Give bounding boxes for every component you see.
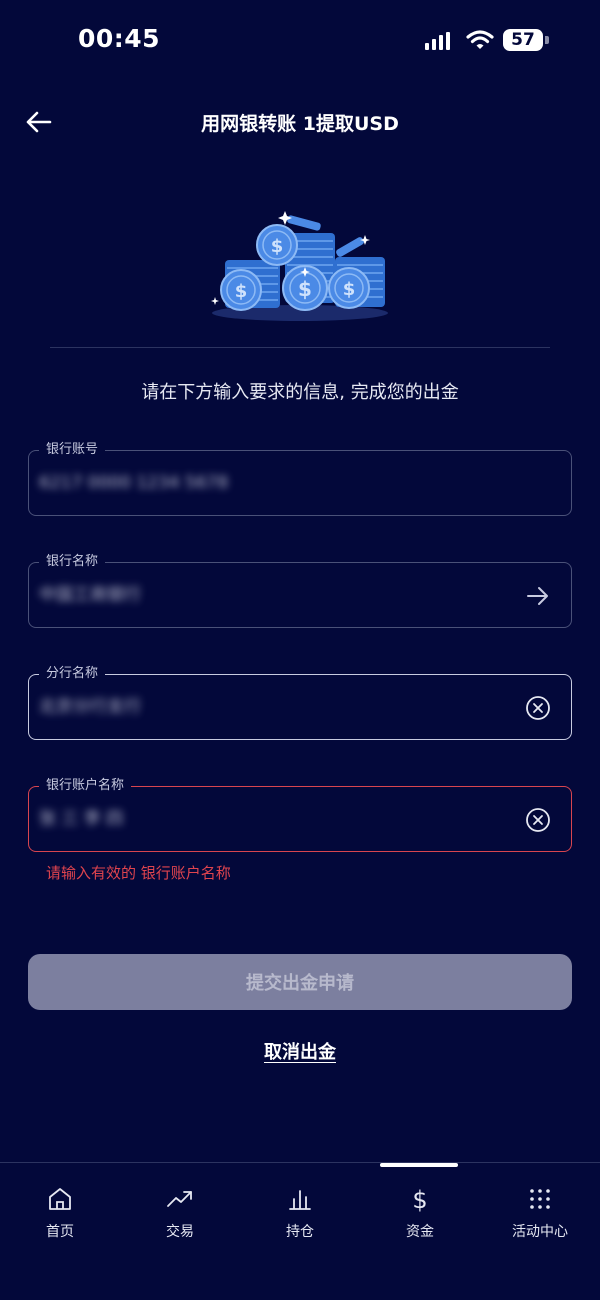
- nav-label-home: 首页: [46, 1224, 74, 1240]
- svg-text:$: $: [235, 281, 248, 302]
- nav-label-positions: 持仓: [286, 1224, 314, 1240]
- clear-icon[interactable]: [525, 695, 551, 721]
- account-holder-name-value[interactable]: 张 三 李 四: [39, 807, 123, 831]
- bank-account-number-label: 银行账号: [39, 440, 106, 460]
- bottom-nav: 首页 交易 持仓 $ 资金 活动中心: [0, 1162, 600, 1300]
- bar-chart-icon: [289, 1190, 311, 1210]
- error-message: 请输入有效的 银行账户名称: [46, 864, 231, 882]
- active-tab-indicator: [380, 1163, 458, 1167]
- submit-withdrawal-button[interactable]: 提交出金申请: [28, 954, 572, 1010]
- nav-item-activity-center[interactable]: 活动中心: [480, 1185, 600, 1245]
- clear-icon[interactable]: [525, 807, 551, 833]
- bank-name-field[interactable]: 银行名称 中国工商银行: [28, 552, 572, 628]
- coins-illustration: $ $ $ $: [211, 211, 388, 321]
- cancel-withdrawal-link[interactable]: 取消出金: [0, 1038, 600, 1064]
- account-holder-name-field[interactable]: 银行账户名称 张 三 李 四: [28, 776, 572, 852]
- account-holder-name-label: 银行账户名称: [39, 776, 132, 796]
- nav-item-funds[interactable]: $ 资金: [360, 1185, 480, 1245]
- bank-account-number-value[interactable]: 6217 0000 1234 5678: [39, 471, 228, 495]
- svg-text:$: $: [271, 236, 284, 257]
- svg-text:$: $: [298, 277, 312, 301]
- svg-text:$: $: [343, 279, 356, 300]
- header: 用网银转账 1提取USD: [0, 95, 600, 149]
- divider: [50, 347, 550, 348]
- status-time: 00:45: [78, 24, 161, 53]
- page-title: 用网银转账 1提取USD: [201, 113, 399, 135]
- wifi-icon: [466, 30, 494, 49]
- home-icon: [49, 1188, 71, 1210]
- bank-name-label: 银行名称: [39, 552, 106, 572]
- branch-name-value[interactable]: 北京分行支行: [39, 695, 141, 719]
- trend-icon: [167, 1191, 192, 1207]
- svg-text:$: $: [412, 1186, 427, 1213]
- arrow-right-icon[interactable]: [525, 583, 551, 609]
- withdraw-screen: 00:45 57 用网银转账 1提取USD $ $ $ $ 请在下方输入要求的信…: [0, 0, 600, 1300]
- nav-item-home[interactable]: 首页: [0, 1185, 120, 1245]
- instruction-text: 请在下方输入要求的信息, 完成您的出金: [141, 382, 459, 403]
- nav-item-positions[interactable]: 持仓: [240, 1185, 360, 1245]
- branch-name-label: 分行名称: [39, 664, 106, 684]
- bank-account-number-field[interactable]: 银行账号 6217 0000 1234 5678: [28, 440, 572, 516]
- grid-dots-icon: [530, 1189, 550, 1209]
- dollar-icon: $: [412, 1186, 427, 1213]
- bank-name-value[interactable]: 中国工商银行: [39, 583, 141, 607]
- signal-icon: [425, 32, 450, 50]
- branch-name-field[interactable]: 分行名称 北京分行支行: [28, 664, 572, 740]
- battery-indicator: 57: [503, 29, 549, 51]
- battery-level: 57: [511, 30, 535, 50]
- nav-label-activity-center: 活动中心: [512, 1224, 568, 1240]
- nav-item-trade[interactable]: 交易: [120, 1185, 240, 1245]
- nav-label-trade: 交易: [166, 1224, 194, 1240]
- nav-label-funds: 资金: [406, 1224, 434, 1240]
- status-bar: 00:45 57: [0, 0, 600, 80]
